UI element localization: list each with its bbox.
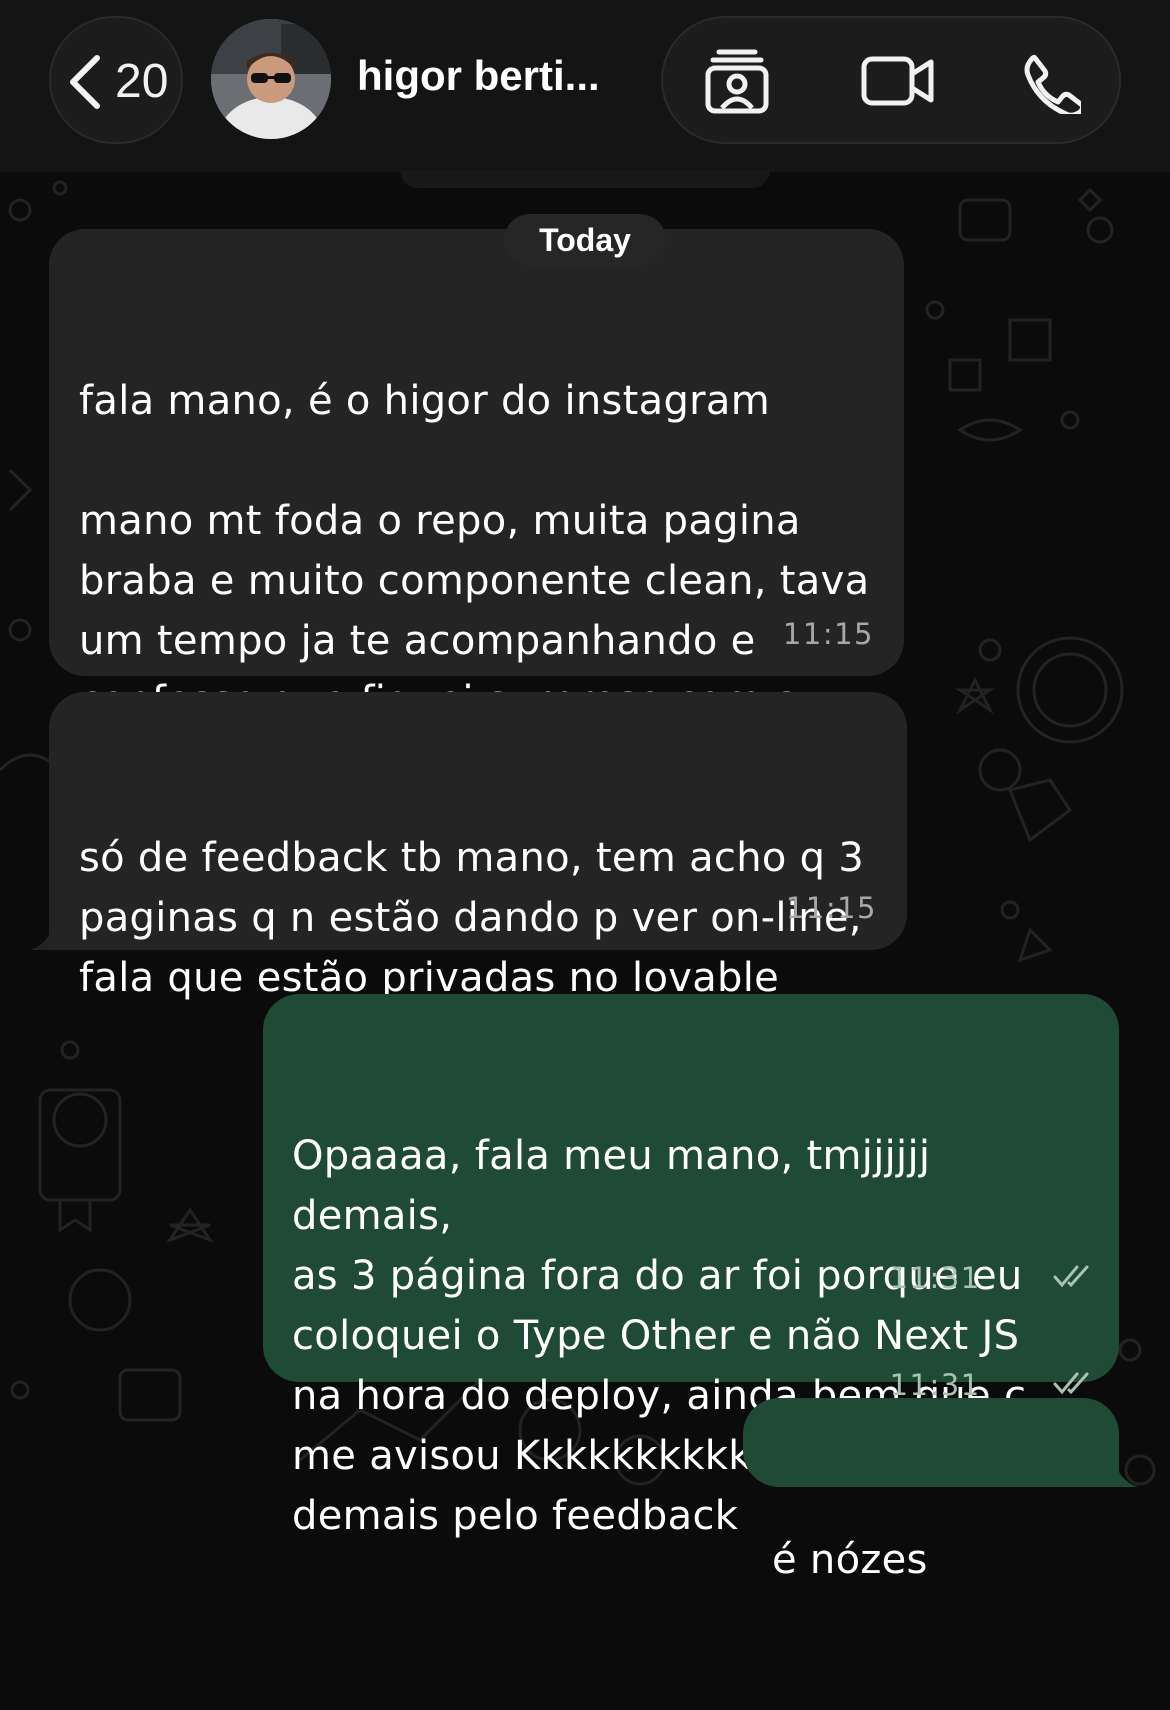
message-text: só de feedback tb mano, tem acho q 3 pag… bbox=[79, 835, 865, 1001]
message-bubble-incoming[interactable]: fala mano, é o higor do instagram mano m… bbox=[49, 229, 904, 784]
back-button[interactable]: 20 bbox=[49, 16, 183, 144]
call-actions-group bbox=[661, 16, 1121, 144]
message-time: 11:31 bbox=[889, 1368, 981, 1402]
double-check-read-icon bbox=[989, 1295, 1091, 1475]
phone-icon[interactable] bbox=[1021, 54, 1086, 119]
unread-count: 20 bbox=[115, 55, 169, 108]
contact-name[interactable]: higor berti... bbox=[357, 52, 600, 100]
date-separator: Today bbox=[504, 214, 666, 266]
bubble-tail bbox=[30, 912, 68, 950]
chat-header: 20 higor berti... bbox=[0, 0, 1170, 172]
contact-card-icon[interactable] bbox=[705, 48, 769, 119]
message-time: 11:15 bbox=[782, 617, 874, 651]
message-time: 11:15 bbox=[785, 891, 877, 925]
message-bubble-outgoing[interactable]: é nózes 11:31 bbox=[743, 1368, 1119, 1583]
message-bubble-incoming[interactable]: só de feedback tb mano, tem acho q 3 pag… bbox=[49, 692, 907, 1001]
chevron-left-icon bbox=[65, 52, 105, 117]
bubble-tail bbox=[1100, 1449, 1138, 1487]
video-call-icon[interactable] bbox=[861, 56, 935, 111]
contact-avatar[interactable] bbox=[211, 19, 331, 139]
previous-message-edge bbox=[400, 170, 770, 188]
message-text: é nózes bbox=[772, 1537, 928, 1583]
message-meta: 11:31 bbox=[890, 1295, 1091, 1475]
